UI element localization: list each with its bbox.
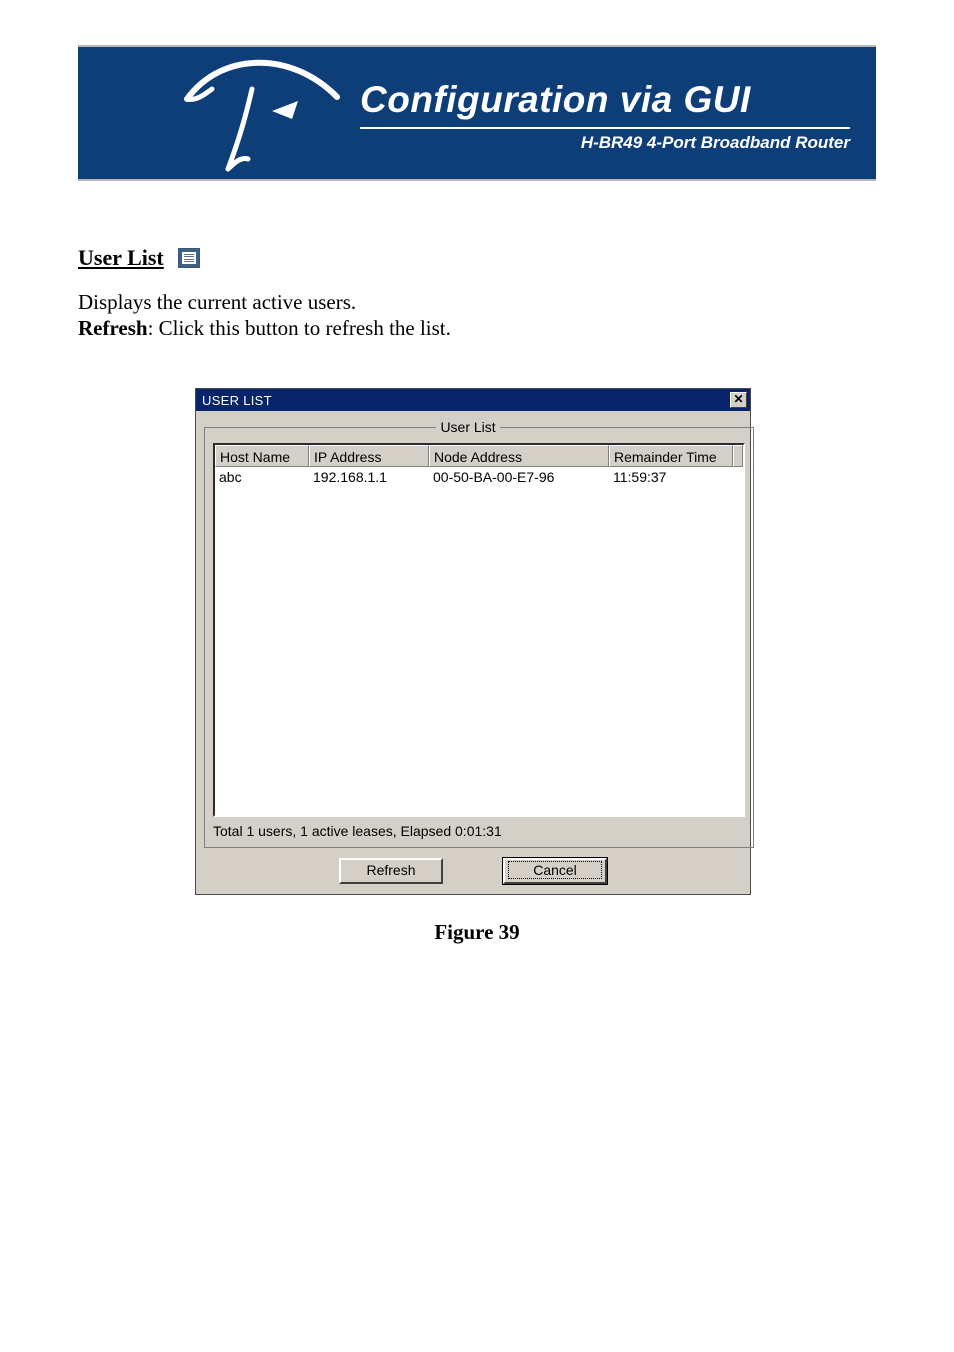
section-line-1: Displays the current active users. xyxy=(78,289,876,315)
banner: Configuration via GUI H-BR49 4-Port Broa… xyxy=(78,47,876,179)
section-body: Displays the current active users. Refre… xyxy=(78,289,876,342)
refresh-button-label: Refresh xyxy=(366,862,415,878)
banner-divider xyxy=(360,127,850,129)
user-list-icon xyxy=(178,248,200,268)
refresh-term: Refresh xyxy=(78,316,148,340)
col-ip[interactable]: IP Address xyxy=(309,445,429,467)
col-remainder[interactable]: Remainder Time xyxy=(609,445,733,467)
table-row[interactable]: abc 192.168.1.1 00-50-BA-00-E7-96 11:59:… xyxy=(215,467,743,487)
cell-remainder: 11:59:37 xyxy=(609,467,733,487)
figure-caption: Figure 39 xyxy=(0,920,954,945)
dialog-title: USER LIST xyxy=(202,393,272,408)
cancel-button[interactable]: Cancel xyxy=(503,858,607,884)
cell-node: 00-50-BA-00-E7-96 xyxy=(429,467,609,487)
user-list-groupbox: User List Host Name IP Address Node Addr… xyxy=(204,419,754,848)
section-heading: User List xyxy=(78,245,164,271)
section-line-2: Refresh: Click this button to refresh th… xyxy=(78,315,876,341)
status-line: Total 1 users, 1 active leases, Elapsed … xyxy=(213,823,745,839)
banner-subtitle: H-BR49 4-Port Broadband Router xyxy=(360,133,850,153)
banner-title: Configuration via GUI xyxy=(360,79,751,121)
banner-bottom-rule xyxy=(78,179,876,181)
cell-ip: 192.168.1.1 xyxy=(309,467,429,487)
list-header: Host Name IP Address Node Address Remain… xyxy=(215,445,743,467)
cancel-button-label: Cancel xyxy=(508,861,602,879)
dialog-titlebar: USER LIST ✕ xyxy=(196,389,750,411)
user-list-view[interactable]: Host Name IP Address Node Address Remain… xyxy=(213,443,745,817)
page-header-banner: Configuration via GUI H-BR49 4-Port Broa… xyxy=(78,45,876,181)
section: User List Displays the current active us… xyxy=(78,245,876,342)
col-filler xyxy=(733,445,743,467)
refresh-button[interactable]: Refresh xyxy=(339,858,443,884)
col-node[interactable]: Node Address xyxy=(429,445,609,467)
groupbox-legend: User List xyxy=(436,419,499,435)
user-list-dialog: USER LIST ✕ User List Host Name IP Addre… xyxy=(195,388,751,895)
refresh-desc: : Click this button to refresh the list. xyxy=(148,316,451,340)
col-host[interactable]: Host Name xyxy=(215,445,309,467)
dialog-button-row: Refresh Cancel xyxy=(204,858,742,884)
close-button[interactable]: ✕ xyxy=(730,392,747,408)
cell-host: abc xyxy=(215,467,309,487)
logo-swoosh-icon xyxy=(182,57,342,177)
